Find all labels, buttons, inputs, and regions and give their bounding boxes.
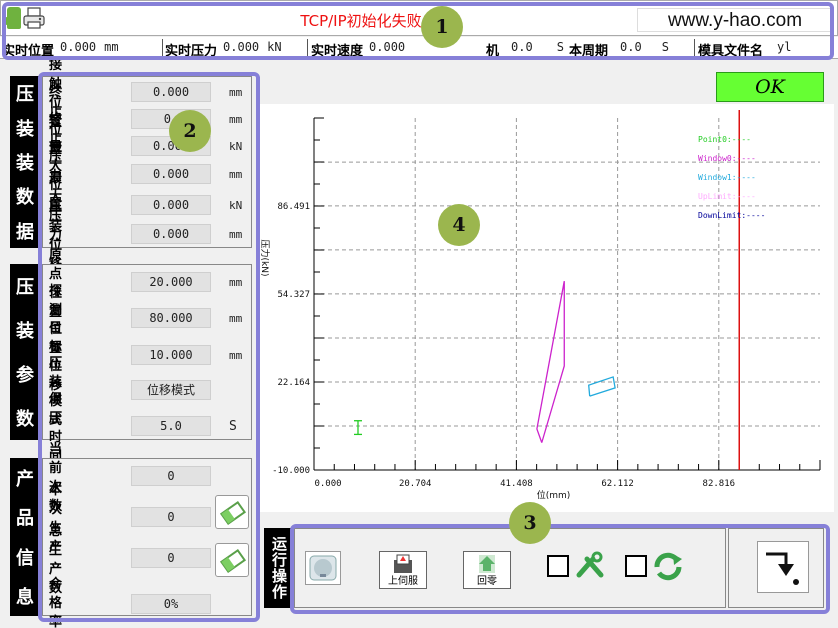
x-tick-label: 82.816 bbox=[703, 479, 736, 489]
legend-item: UpLimit:---- bbox=[698, 192, 756, 201]
product-info-title: 产 品 信 息 bbox=[10, 458, 40, 616]
highlight-region-3 bbox=[290, 524, 830, 614]
legend-item: Point0:---- bbox=[698, 135, 751, 144]
title-char: 参 bbox=[16, 365, 34, 386]
title-char: 装 bbox=[16, 118, 34, 140]
callout-4: 4 bbox=[438, 204, 480, 246]
title-char: 压 bbox=[16, 84, 34, 106]
title-char: 品 bbox=[16, 508, 34, 530]
title-char: 产 bbox=[16, 468, 34, 490]
title-char: 压 bbox=[16, 277, 34, 298]
callout-1: 1 bbox=[421, 6, 463, 48]
legend-item: DownLimit:---- bbox=[698, 211, 765, 220]
y-tick-label: -10.000 bbox=[272, 466, 310, 476]
title-char: 数 bbox=[16, 187, 34, 209]
x-tick-label: 20.704 bbox=[399, 479, 432, 489]
callout-3: 3 bbox=[509, 502, 551, 544]
x-tick-label: 0.000 bbox=[314, 479, 341, 489]
y-tick-label: 54.327 bbox=[277, 290, 310, 300]
highlight-region-2 bbox=[38, 72, 260, 622]
press-data-title: 压 装 装 数 据 bbox=[10, 76, 40, 248]
x-tick-label: 62.112 bbox=[601, 479, 634, 489]
legend-item: Window1:---- bbox=[698, 173, 756, 182]
series-window0 bbox=[536, 281, 565, 443]
title-char: 息 bbox=[16, 587, 34, 609]
y-tick-label: 22.164 bbox=[277, 378, 310, 388]
title-char: 装 bbox=[16, 152, 34, 174]
press-params-title: 压 装 参 数 bbox=[10, 264, 40, 440]
highlight-region-1 bbox=[2, 2, 834, 60]
pressure-displacement-chart: 0.000 20.704 41.408 62.112 82.816 -10.000 22.1… bbox=[258, 104, 834, 512]
legend-item: Window0:---- bbox=[698, 154, 756, 163]
y-axis-label: 压力(kN) bbox=[259, 240, 271, 277]
series-window1 bbox=[588, 376, 616, 397]
y-tick-label: 86.491 bbox=[277, 202, 310, 212]
x-axis-label: 位(mm) bbox=[537, 489, 571, 501]
callout-2: 2 bbox=[169, 110, 211, 152]
chart-svg: 0.000 20.704 41.408 62.112 82.816 -10.000 22.1… bbox=[259, 110, 821, 501]
title-char: 装 bbox=[16, 321, 34, 342]
title-char: 数 bbox=[16, 409, 34, 430]
x-tick-label: 41.408 bbox=[500, 479, 533, 489]
title-char: 据 bbox=[16, 221, 34, 243]
result-indicator: OK bbox=[716, 72, 824, 102]
title-char: 信 bbox=[16, 547, 34, 569]
